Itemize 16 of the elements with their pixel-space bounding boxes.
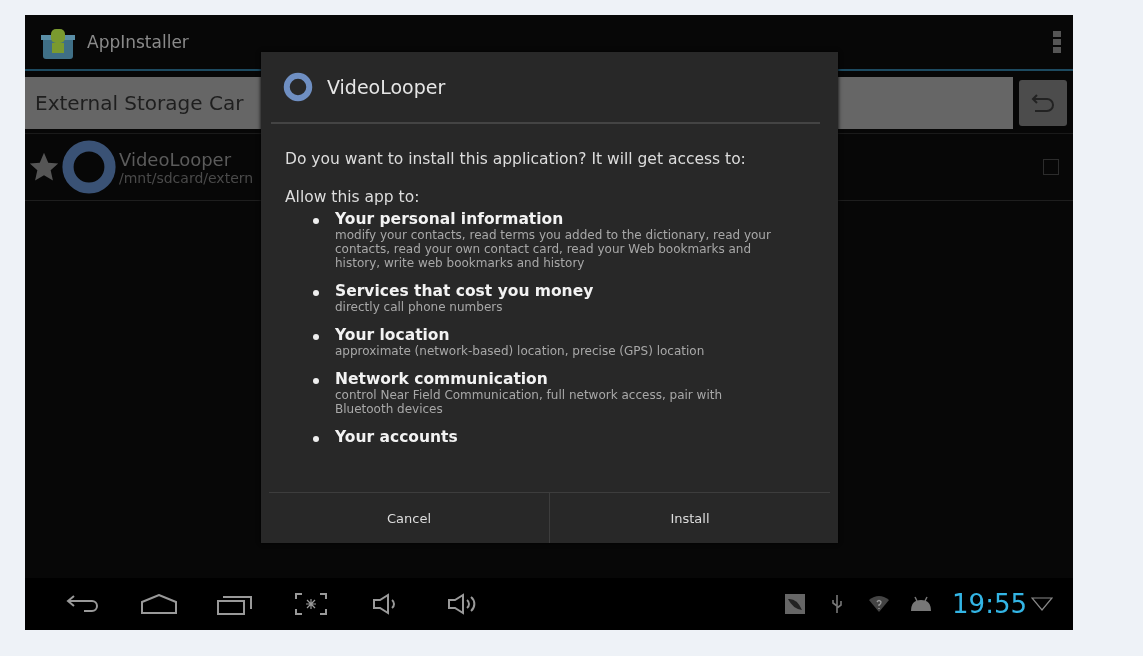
permission-details: directly call phone numbers	[335, 300, 504, 314]
permission-group: Your personal information	[335, 210, 780, 228]
permission-group: Services that cost you money	[335, 282, 594, 300]
permission-details: modify your contacts, read terms you added to the dictionary, read your contacts, read your own contact card, read your Web bookmarks and history, write web bookmarks and history	[335, 228, 772, 270]
permission-group: Network communication	[335, 370, 780, 388]
clock-time: 19:55	[952, 589, 1027, 619]
file-name: VideoLooper	[119, 148, 232, 170]
dialog-message: Do you want to install this application? It will get access to:	[285, 150, 747, 168]
permission-details: control Near Field Communication, full network access, pair with Bluetooth devices	[335, 388, 724, 416]
file-path: /mnt/sdcard/extern	[119, 169, 254, 186]
allow-label: Allow this app to:	[285, 188, 421, 206]
app-title: AppInstaller	[87, 32, 190, 52]
permission-group: Your accounts	[335, 428, 458, 446]
permission-group: Your location	[335, 326, 705, 344]
dialog-title: VideoLooper	[327, 76, 446, 98]
permission-details: approximate (network-based) location, precise (GPS) location	[335, 344, 705, 358]
